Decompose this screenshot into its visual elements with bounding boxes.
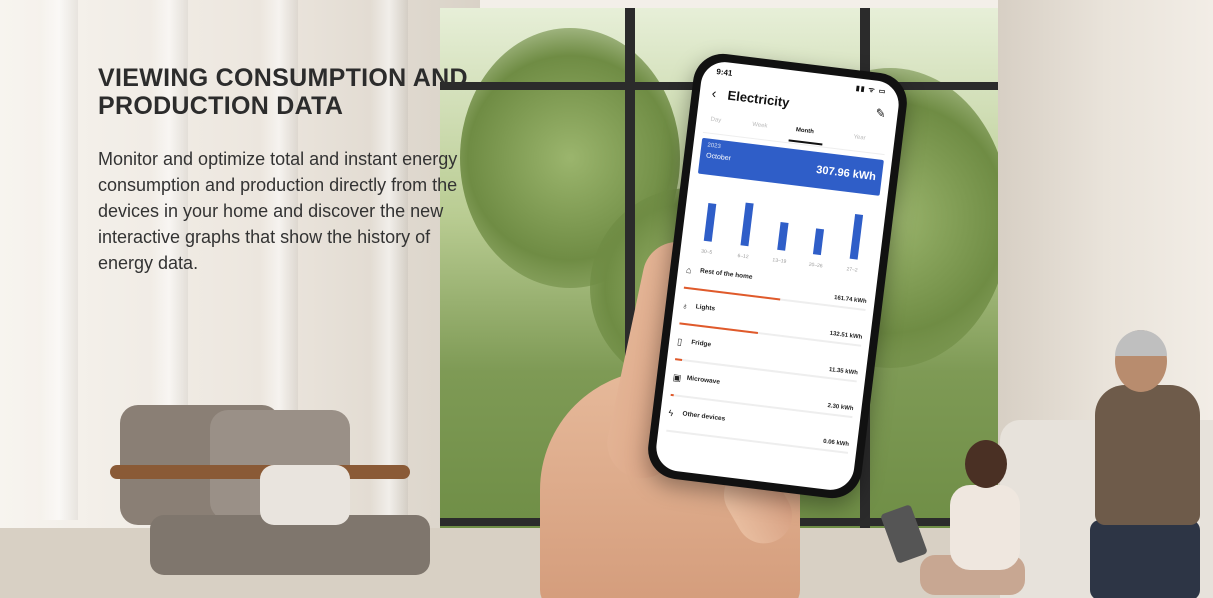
device-consumption: 161.74 kWh xyxy=(833,295,867,306)
device-consumption: 2.30 kWh xyxy=(827,403,854,413)
chart-bar[interactable] xyxy=(813,228,825,256)
device-name: Lights xyxy=(695,303,716,313)
chart-x-label: 30–5 xyxy=(700,248,713,256)
chevron-left-icon[interactable]: ‹ xyxy=(711,85,718,101)
armchairs xyxy=(110,405,440,595)
device-name: Other devices xyxy=(682,410,726,423)
signal-wifi-battery-icon: ▮▮ ᯤ ▭ xyxy=(855,85,887,96)
device-icon: ▣ xyxy=(672,372,682,384)
chart-x-label: 13–19 xyxy=(772,257,787,265)
girl-with-tablet xyxy=(920,440,1030,598)
headline: VIEWING CONSUMPTION AND PRODUCTION DATA xyxy=(98,64,468,120)
device-icon: ⌂ xyxy=(685,264,693,276)
curtain xyxy=(40,0,78,520)
pencil-icon[interactable]: ✎ xyxy=(875,106,887,121)
device-list: ⌂ Rest of the home 161.74 kWh ♁ Lights 132.51… xyxy=(665,263,869,464)
weekly-bar-chart[interactable]: 30–5 6–12 13–19 20–26 27–2 xyxy=(688,181,878,275)
chart-x-label: 20–26 xyxy=(808,261,823,270)
tab-week[interactable]: Week xyxy=(752,122,768,130)
device-icon: ϟ xyxy=(667,407,674,419)
chart-x-label: 27–2 xyxy=(846,266,858,274)
app-screen: 9:41 ▮▮ ᯤ ▭ ‹ Electricity ✎ Day Week Mon… xyxy=(653,59,902,493)
consumption-bar-fill xyxy=(670,393,674,397)
chart-bar[interactable] xyxy=(776,221,789,251)
body-text: Monitor and optimize total and instant e… xyxy=(98,149,458,273)
device-consumption: 132.51 kWh xyxy=(829,330,863,341)
summary-year: 2023 xyxy=(707,142,722,151)
consumption-bar-fill xyxy=(679,322,758,334)
app-title: Electricity xyxy=(726,87,791,111)
chart-x-label: 6–12 xyxy=(737,252,749,261)
tab-month[interactable]: Month xyxy=(796,127,815,135)
man-with-phone xyxy=(1090,330,1200,598)
tab-day[interactable]: Day xyxy=(710,117,721,124)
active-tab-indicator xyxy=(788,139,823,146)
chart-bar[interactable] xyxy=(849,213,863,260)
device-name: Microwave xyxy=(686,374,721,386)
consumption-bar-track xyxy=(666,429,849,454)
status-time: 9:41 xyxy=(715,67,733,78)
consumption-bar-fill xyxy=(683,286,781,301)
summary-month: October xyxy=(705,152,732,163)
device-name: Fridge xyxy=(690,339,712,349)
device-icon: ▯ xyxy=(676,336,683,347)
tab-year[interactable]: Year xyxy=(853,134,866,141)
device-name: Rest of the home xyxy=(699,267,753,281)
device-icon: ♁ xyxy=(681,300,689,312)
summary-value: 307.96 kWh xyxy=(815,163,877,184)
device-consumption: 0.06 kWh xyxy=(822,438,850,448)
chart-bar[interactable] xyxy=(740,202,754,247)
device-consumption: 11.35 kWh xyxy=(828,366,859,377)
marketing-copy: VIEWING CONSUMPTION AND PRODUCTION DATA … xyxy=(98,64,478,276)
chart-bar[interactable] xyxy=(704,203,717,242)
consumption-bar-fill xyxy=(674,358,683,362)
